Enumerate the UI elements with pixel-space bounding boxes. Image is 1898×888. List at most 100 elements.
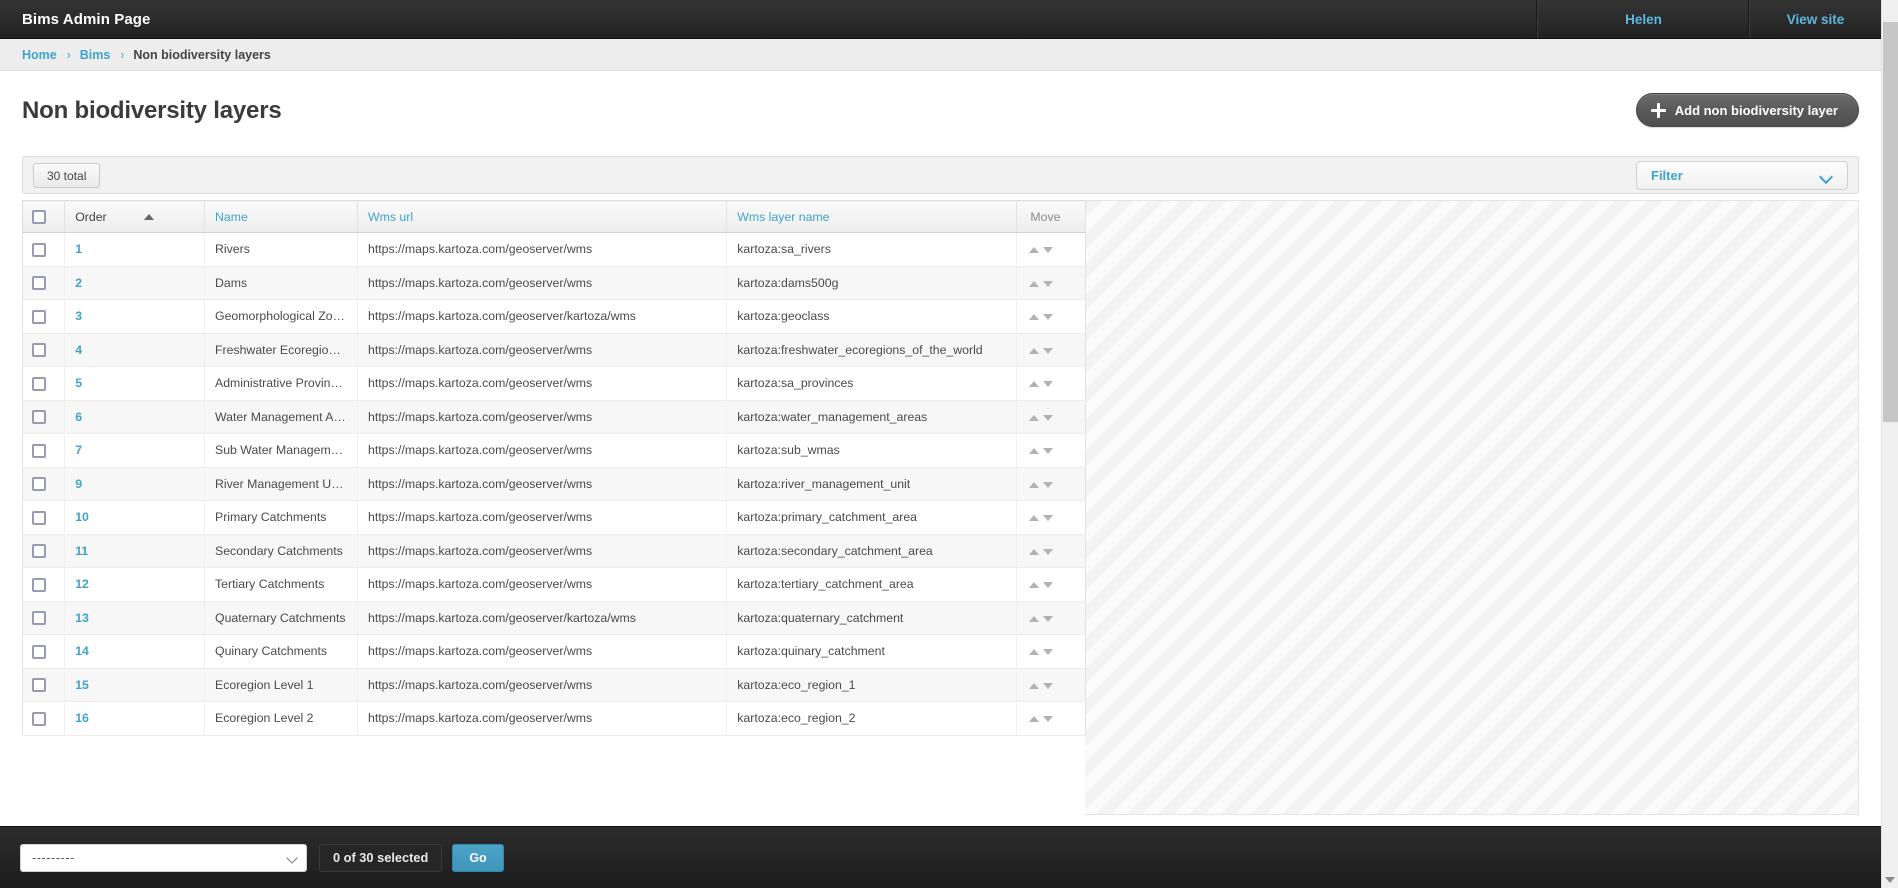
move-down-icon[interactable] <box>1043 347 1054 354</box>
move-down-icon[interactable] <box>1043 448 1054 454</box>
move-down-icon[interactable] <box>1043 548 1054 555</box>
row-select-cell <box>22 266 66 300</box>
row-order-link[interactable]: 4 <box>75 343 82 357</box>
move-down-icon[interactable] <box>1043 280 1054 287</box>
move-up-icon[interactable] <box>1029 448 1040 454</box>
select-all-checkbox[interactable] <box>32 209 46 224</box>
bulk-action-select[interactable]: --------- <box>20 843 307 872</box>
move-up-icon[interactable] <box>1029 280 1040 287</box>
row-select-checkbox[interactable] <box>32 410 46 425</box>
row-select-cell <box>22 232 66 267</box>
move-down-icon[interactable] <box>1043 381 1054 387</box>
page-scrollbar[interactable] <box>1881 0 1898 888</box>
filter-dropdown[interactable]: Filter <box>1636 161 1848 190</box>
row-select-checkbox[interactable] <box>32 644 46 659</box>
cell-name: Rivers <box>204 232 358 267</box>
row-order-link[interactable]: 7 <box>75 443 82 457</box>
row-select-checkbox[interactable] <box>32 577 46 592</box>
cell-name: Geomorphological Zones <box>204 299 358 334</box>
row-select-checkbox[interactable] <box>32 544 46 559</box>
cell-wms-url: https://maps.kartoza.com/geoserver/wms <box>357 266 728 300</box>
move-up-icon[interactable] <box>1029 381 1040 387</box>
row-order-link[interactable]: 6 <box>75 410 82 424</box>
row-select-checkbox[interactable] <box>32 711 46 726</box>
move-up-icon[interactable] <box>1029 582 1040 588</box>
column-header-wms-layer-name[interactable]: Wms layer name <box>726 200 1018 233</box>
move-down-icon[interactable] <box>1043 481 1054 488</box>
move-down-icon[interactable] <box>1043 414 1054 421</box>
row-order-link[interactable]: 3 <box>75 309 82 323</box>
cell-order: 3 <box>64 299 205 334</box>
move-up-icon[interactable] <box>1029 716 1040 722</box>
move-up-icon[interactable] <box>1029 682 1040 689</box>
cell-wms-url: https://maps.kartoza.com/geoserver/karto… <box>357 299 728 334</box>
column-header-name[interactable]: Name <box>204 200 358 233</box>
cell-order: 14 <box>64 634 205 669</box>
row-order-link[interactable]: 11 <box>75 544 88 558</box>
move-up-icon[interactable] <box>1029 649 1040 655</box>
column-header-wms-url[interactable]: Wms url <box>357 200 728 233</box>
move-up-icon[interactable] <box>1029 615 1040 622</box>
row-select-cell <box>22 366 66 401</box>
cell-wms-layer-name: kartoza:sub_wmas <box>726 433 1018 468</box>
move-up-icon[interactable] <box>1029 515 1040 521</box>
row-select-checkbox[interactable] <box>32 477 46 492</box>
cell-wms-url: https://maps.kartoza.com/geoserver/wms <box>357 400 728 434</box>
move-up-icon[interactable] <box>1029 247 1040 253</box>
move-down-icon[interactable] <box>1043 247 1054 253</box>
sort-ascending-icon[interactable] <box>144 214 155 221</box>
cell-move <box>1016 634 1086 669</box>
header-spacer <box>150 0 1537 38</box>
move-up-icon[interactable] <box>1029 481 1040 488</box>
row-select-checkbox[interactable] <box>32 343 46 358</box>
move-down-icon[interactable] <box>1043 314 1054 320</box>
row-select-checkbox[interactable] <box>32 678 46 693</box>
row-select-checkbox[interactable] <box>32 242 46 257</box>
row-select-checkbox[interactable] <box>32 611 46 626</box>
header-user-menu[interactable]: Helen <box>1537 0 1749 38</box>
row-order-link[interactable]: 14 <box>75 644 89 658</box>
row-order-link[interactable]: 10 <box>75 510 89 524</box>
cell-move <box>1016 500 1086 535</box>
move-up-icon[interactable] <box>1029 314 1040 320</box>
move-up-icon[interactable] <box>1029 347 1040 354</box>
header-view-site-link[interactable]: View site <box>1749 0 1881 38</box>
row-select-checkbox[interactable] <box>32 309 46 324</box>
cell-order: 9 <box>64 467 205 501</box>
row-order-link[interactable]: 15 <box>75 678 89 692</box>
move-down-icon[interactable] <box>1043 515 1054 521</box>
move-down-icon[interactable] <box>1043 682 1054 689</box>
row-order-link[interactable]: 5 <box>75 376 82 390</box>
row-select-checkbox[interactable] <box>32 276 46 291</box>
cell-wms-layer-name: kartoza:sa_provinces <box>726 366 1018 401</box>
move-down-icon[interactable] <box>1043 716 1054 722</box>
row-select-checkbox[interactable] <box>32 443 46 458</box>
row-order-link[interactable]: 1 <box>75 242 82 256</box>
move-down-icon[interactable] <box>1043 615 1054 622</box>
page-scrollbar-thumb[interactable] <box>1883 22 1898 422</box>
column-header-order[interactable]: Order <box>64 200 205 233</box>
row-select-checkbox[interactable] <box>32 510 46 525</box>
go-button[interactable]: Go <box>452 843 504 872</box>
move-up-icon[interactable] <box>1029 414 1040 421</box>
row-order-link[interactable]: 16 <box>75 711 89 725</box>
breadcrumb-bims-link[interactable]: Bims <box>80 48 111 62</box>
row-select-cell <box>22 500 66 535</box>
row-order-link[interactable]: 2 <box>75 276 82 290</box>
row-order-link[interactable]: 9 <box>75 477 82 491</box>
total-count-button[interactable]: 30 total <box>33 163 101 188</box>
move-up-icon[interactable] <box>1029 548 1040 555</box>
row-select-checkbox[interactable] <box>32 376 46 391</box>
cell-move <box>1016 534 1086 568</box>
add-non-biodiversity-layer-button[interactable]: Add non biodiversity layer <box>1635 93 1859 127</box>
row-order-link[interactable]: 13 <box>75 611 89 625</box>
filter-dropdown-label: Filter <box>1651 168 1683 183</box>
scroll-down-arrow-icon[interactable] <box>1885 877 1895 883</box>
breadcrumb-home-link[interactable]: Home <box>22 48 57 62</box>
cell-wms-url: https://maps.kartoza.com/geoserver/wms <box>357 567 728 602</box>
row-order-link[interactable]: 12 <box>75 577 89 591</box>
move-down-icon[interactable] <box>1043 582 1054 588</box>
table-row: 4 Freshwater Ecoregions of the Worldhttps… <box>22 333 1086 367</box>
breadcrumb-separator-icon: › <box>66 47 71 62</box>
move-down-icon[interactable] <box>1043 649 1054 655</box>
